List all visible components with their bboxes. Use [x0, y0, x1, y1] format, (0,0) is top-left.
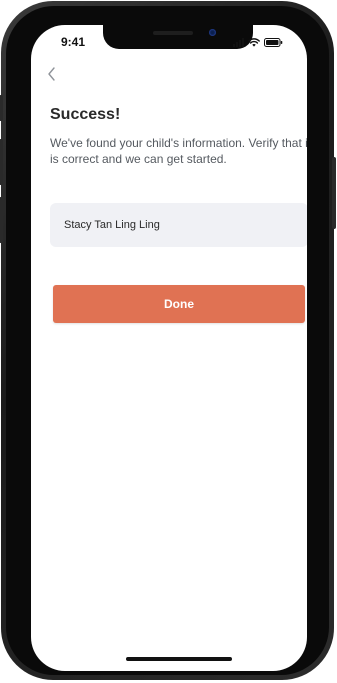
volume-down-button [0, 197, 3, 243]
status-icons [233, 37, 283, 47]
power-button [332, 157, 336, 229]
notch [103, 25, 253, 49]
back-button[interactable] [45, 65, 61, 83]
signal-icon [233, 38, 244, 47]
child-name-value: Stacy Tan Ling Ling [64, 219, 160, 231]
silent-switch [0, 95, 3, 121]
done-button[interactable]: Done [53, 285, 305, 323]
page-subtitle: We've found your child's information. Ve… [50, 136, 307, 166]
page-title: Success! [50, 106, 121, 123]
front-camera [209, 29, 216, 36]
status-time: 9:41 [61, 35, 86, 49]
child-name-field[interactable]: Stacy Tan Ling Ling [50, 203, 307, 247]
home-indicator[interactable] [126, 657, 232, 661]
app-screen: 9:41 Success! We've found your child's i… [31, 25, 307, 671]
speaker-grille [153, 31, 193, 35]
volume-up-button [0, 139, 3, 185]
phone-frame: 9:41 Success! We've found your child's i… [0, 1, 336, 680]
chevron-left-icon [48, 67, 55, 81]
wifi-icon [248, 38, 260, 47]
battery-icon [264, 38, 283, 47]
